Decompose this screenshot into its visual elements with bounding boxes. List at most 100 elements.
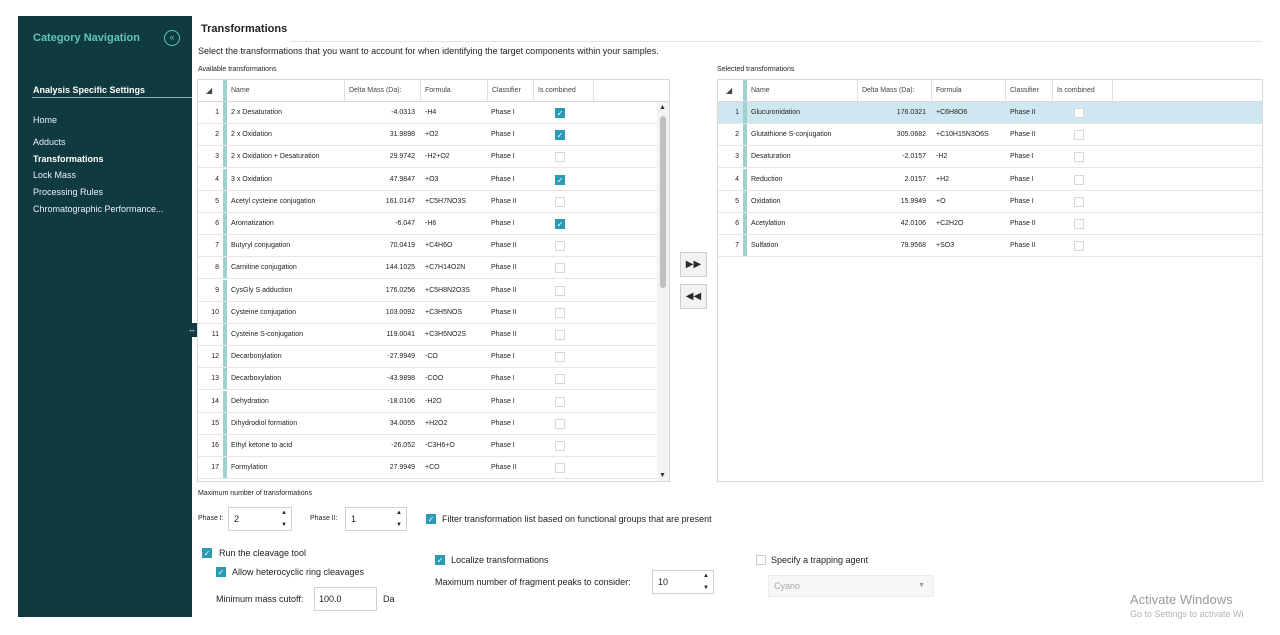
scroll-down-icon[interactable]: ▼ xyxy=(659,472,666,479)
table-row[interactable]: 6 Acetylation 42.0106 +C2H2O Phase II xyxy=(718,213,1262,235)
cell-classifier: Phase II xyxy=(1010,220,1036,227)
is-combined-checkbox[interactable]: ✓ xyxy=(555,108,565,118)
column-header-is-combined[interactable]: Is combined xyxy=(1053,80,1113,102)
available-transformations-table[interactable]: ◢ Name Delta Mass (Da): Formula Classifi… xyxy=(197,79,670,482)
cell-delta-mass: -6.047 xyxy=(395,220,415,227)
is-combined-checkbox[interactable] xyxy=(555,307,565,318)
table-row[interactable]: 13 Decarboxylation -43.9898 -COO Phase I xyxy=(198,368,669,391)
table-row[interactable]: 5 Oxidation 15.9949 +O Phase I xyxy=(718,190,1262,213)
table-row[interactable]: 14 Dehydration -18.0106 -H2O Phase I xyxy=(198,390,669,413)
is-combined-checkbox[interactable] xyxy=(555,418,565,429)
is-combined-checkbox[interactable] xyxy=(555,396,565,407)
chevrons-left-icon[interactable]: « xyxy=(164,30,180,46)
is-combined-checkbox[interactable] xyxy=(555,352,565,363)
table-row[interactable]: 1 2 x Desaturation -4.0313 -H4 Phase I ✓ xyxy=(198,102,669,124)
trapping-agent-select[interactable]: Cyano ▼ xyxy=(768,575,934,597)
scrollbar-thumb[interactable] xyxy=(660,116,666,288)
is-combined-checkbox[interactable] xyxy=(555,374,565,385)
selected-transformations-table[interactable]: ◢ Name Delta Mass (Da): Formula Classifi… xyxy=(717,79,1263,482)
table-row[interactable]: 10 Cysteine conjugation 103.0092 +C3H5NOS Ph… xyxy=(198,301,669,324)
table-row[interactable]: 11 Cysteine S-conjugation 119.0041 +C3H5NO2… xyxy=(198,324,669,346)
table-row[interactable]: 4 3 x Oxidation 47.9847 +O3 Phase I ✓ xyxy=(198,168,669,191)
column-header-formula[interactable]: Formula xyxy=(421,80,488,102)
table-row[interactable]: 17 Formylation 27.9949 +CO Phase II xyxy=(198,457,669,480)
cell-classifier: Phase I xyxy=(1010,175,1034,183)
is-combined-checkbox[interactable]: ✓ xyxy=(555,219,565,229)
cell-classifier: Phase I xyxy=(491,442,515,449)
table-row[interactable]: 5 Acetyl cysteine conjugation 161.0147 +C5H… xyxy=(198,190,669,213)
stepper-down-icon[interactable]: ▼ xyxy=(281,522,287,528)
stepper-down-icon[interactable]: ▼ xyxy=(396,522,402,528)
fragment-peaks-stepper[interactable]: 10 ▲ ▼ xyxy=(652,570,714,594)
is-combined-checkbox[interactable] xyxy=(1074,130,1084,141)
phase2-value: 1 xyxy=(351,514,357,524)
is-combined-checkbox[interactable] xyxy=(1074,196,1084,207)
table-row[interactable]: 9 CysGly S adduction 176.0256 +C5H8N2O3S Pha… xyxy=(198,279,669,302)
table-row[interactable]: 4 Reduction 2.0157 +H2 Phase I xyxy=(718,168,1262,191)
table-row[interactable]: 7 Sulfation 79.9568 +SO3 Phase II xyxy=(718,235,1262,258)
stepper-up-icon[interactable]: ▲ xyxy=(281,510,287,516)
cell-formula: +C2H2O xyxy=(936,220,964,227)
mass-cutoff-input[interactable]: 100.0 xyxy=(314,587,377,611)
is-combined-checkbox[interactable] xyxy=(555,441,565,451)
is-combined-checkbox[interactable] xyxy=(1074,174,1084,185)
column-header-delta-mass[interactable]: Delta Mass (Da): xyxy=(345,80,421,102)
sidebar-item-adducts[interactable]: Adducts xyxy=(33,137,66,147)
run-cleavage-checkbox[interactable]: ✓ xyxy=(202,548,212,558)
sidebar-item-lock-mass[interactable]: Lock Mass xyxy=(33,170,76,180)
table-row[interactable]: 12 Decarbonylation -27.9949 -CO Phase I xyxy=(198,346,669,369)
sort-icon[interactable]: ◢ xyxy=(726,80,732,102)
stepper-up-icon[interactable]: ▲ xyxy=(703,573,709,579)
column-header-is-combined[interactable]: Is combined xyxy=(534,80,594,102)
cell-name: Decarbonylation xyxy=(231,353,282,361)
is-combined-checkbox[interactable] xyxy=(555,285,565,296)
is-combined-checkbox[interactable] xyxy=(555,152,565,163)
localize-checkbox[interactable]: ✓ xyxy=(435,555,445,565)
is-combined-checkbox[interactable] xyxy=(555,330,565,340)
row-accent xyxy=(223,124,227,146)
table-row[interactable]: 6 Aromatization -6.047 -H6 Phase I ✓ xyxy=(198,213,669,235)
sidebar-item-chromatographic-performance[interactable]: Chromatographic Performance... xyxy=(33,204,164,214)
column-header-formula[interactable]: Formula xyxy=(932,80,1006,102)
is-combined-checkbox[interactable] xyxy=(1074,241,1084,252)
trapping-agent-checkbox[interactable] xyxy=(756,555,766,565)
sidebar-item-transformations[interactable]: Transformations xyxy=(33,154,104,164)
column-header-delta-mass[interactable]: Delta Mass (Da): xyxy=(858,80,932,102)
is-combined-checkbox[interactable] xyxy=(555,463,565,474)
filter-functional-checkbox[interactable]: ✓ xyxy=(426,514,436,524)
table-row[interactable]: 7 Butyryl conjugation 70.0419 +C4H6O Phase I… xyxy=(198,235,669,258)
table-row[interactable]: 15 Dihydrodiol formation 34.0055 +H2O2 Phase… xyxy=(198,412,669,435)
column-header-classifier[interactable]: Classifier xyxy=(488,80,534,102)
column-header-name[interactable]: Name xyxy=(227,80,345,102)
is-combined-checkbox[interactable]: ✓ xyxy=(555,174,565,185)
vertical-scrollbar[interactable]: ▲ ▼ xyxy=(657,102,669,481)
scroll-up-icon[interactable]: ▲ xyxy=(659,104,666,111)
table-row[interactable]: 3 2 x Oxidation + Desaturation 29.9742 -H2+… xyxy=(198,146,669,169)
phase1-stepper[interactable]: 2 ▲ ▼ xyxy=(228,507,292,531)
sidebar-item-home[interactable]: Home xyxy=(33,115,57,125)
sidebar-item-processing-rules[interactable]: Processing Rules xyxy=(33,187,103,197)
table-row[interactable]: 1 Glucuronidation 176.0321 +C6H8O6 Phase II xyxy=(718,102,1262,124)
table-row[interactable]: 8 Carnitine conjugation 144.1025 +C7H14O2N P… xyxy=(198,257,669,280)
table-row[interactable]: 2 2 x Oxidation 31.9898 +O2 Phase I ✓ xyxy=(198,124,669,147)
phase2-stepper[interactable]: 1 ▲ ▼ xyxy=(345,507,407,531)
table-row[interactable]: 3 Desaturation -2.0157 -H2 Phase I xyxy=(718,146,1262,169)
column-header-classifier[interactable]: Classifier xyxy=(1006,80,1053,102)
table-row[interactable]: 2 Glutathione S-conjugation 305.0682 +C10H1… xyxy=(718,124,1262,147)
is-combined-checkbox[interactable] xyxy=(555,196,565,207)
table-row[interactable]: 16 Ethyl ketone to acid -26.052 -C3H6+O Phas… xyxy=(198,435,669,457)
column-header-name[interactable]: Name xyxy=(747,80,858,102)
row-number: 15 xyxy=(211,419,219,427)
is-combined-checkbox[interactable] xyxy=(1074,219,1084,229)
is-combined-checkbox[interactable] xyxy=(1074,152,1084,163)
heterocyclic-checkbox[interactable]: ✓ xyxy=(216,567,226,577)
stepper-up-icon[interactable]: ▲ xyxy=(396,510,402,516)
is-combined-checkbox[interactable] xyxy=(555,263,565,274)
is-combined-checkbox[interactable]: ✓ xyxy=(555,130,565,141)
is-combined-checkbox[interactable] xyxy=(555,241,565,252)
sort-icon[interactable]: ◢ xyxy=(206,80,212,102)
stepper-down-icon[interactable]: ▼ xyxy=(703,585,709,591)
is-combined-checkbox[interactable] xyxy=(1074,108,1084,118)
add-all-button[interactable]: ▶▶ xyxy=(680,252,707,277)
remove-all-button[interactable]: ◀◀ xyxy=(680,284,707,309)
